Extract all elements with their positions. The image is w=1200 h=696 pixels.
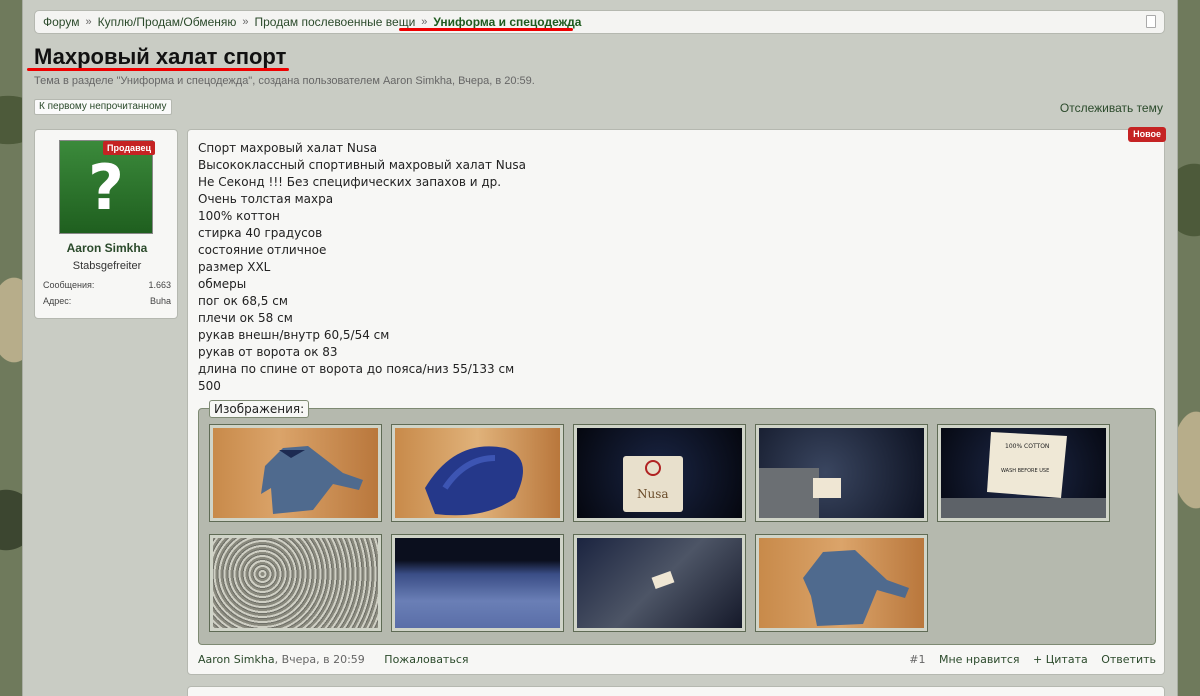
- attachment-thumb-9[interactable]: [755, 534, 928, 632]
- post-line: рукав от ворота ок 83: [198, 345, 338, 359]
- post: Новое Спорт махровый халат Nusa Высококл…: [187, 127, 1166, 675]
- page-title: Махровый халат спорт: [34, 44, 287, 69]
- breadcrumb-forum[interactable]: Форум: [43, 15, 79, 29]
- robe-image: [425, 446, 523, 516]
- user-card: ? Продавец Aaron Simkha Stabsgefreiter С…: [34, 129, 178, 319]
- page-icon[interactable]: [1146, 15, 1156, 28]
- label-text: Nusa: [637, 487, 669, 501]
- first-unread-button[interactable]: К первому непрочитанному: [34, 99, 172, 115]
- fabric-image: [651, 570, 675, 590]
- post-body: Спорт махровый халат Nusa Высококлассный…: [198, 140, 1098, 395]
- stat-address: Адрес: Buha: [43, 296, 171, 306]
- attachment-thumb-1[interactable]: [209, 424, 382, 522]
- stat-messages: Сообщения: 1.663: [43, 280, 171, 290]
- next-post: [187, 686, 1165, 696]
- breadcrumb-separator: »: [85, 16, 92, 28]
- post-line: стирка 40 градусов: [198, 226, 323, 240]
- user-rank: Stabsgefreiter: [72, 260, 142, 272]
- attachment-thumb-4[interactable]: [755, 424, 928, 522]
- post-line: Спорт махровый халат Nusa: [198, 141, 378, 155]
- attachment-thumb-8[interactable]: [573, 534, 746, 632]
- breadcrumb: Форум » Куплю/Продам/Обменяю » Продам по…: [34, 10, 1165, 34]
- post-line: 100% коттон: [198, 209, 280, 223]
- post-line: 500: [198, 379, 221, 393]
- breadcrumb-separator: »: [421, 16, 428, 28]
- label-text: 100% COTTON: [1005, 443, 1049, 450]
- attachment-thumb-7[interactable]: [391, 534, 564, 632]
- breadcrumb-separator: »: [242, 16, 249, 28]
- reply-button[interactable]: Ответить: [1101, 653, 1156, 666]
- post-author-link[interactable]: Aaron Simkha: [198, 653, 275, 666]
- breadcrumb-buy-sell[interactable]: Куплю/Продам/Обменяю: [98, 15, 237, 29]
- care-label-image: 100% COTTON WASH BEFORE USE: [941, 432, 1106, 518]
- post-line: обмеры: [198, 277, 247, 291]
- fabric-image: [759, 468, 841, 518]
- post-line: плечи ок 58 см: [198, 311, 293, 325]
- thread-meta: Тема в разделе "Униформа и спецодежда", …: [34, 75, 535, 87]
- stat-label: Сообщения:: [43, 280, 95, 290]
- watch-thread-link[interactable]: Отслеживать тему: [1060, 101, 1163, 115]
- label-image: Nusa: [623, 456, 683, 512]
- post-line: Не Секонд !!! Без специфических запахов …: [198, 175, 502, 189]
- robe-image: [803, 550, 909, 626]
- username[interactable]: Aaron Simkha: [35, 241, 179, 255]
- post-line: состояние отличное: [198, 243, 327, 257]
- breadcrumb-uniform[interactable]: Униформа и спецодежда: [433, 15, 581, 29]
- post-author: Aaron Simkha, Вчера, в 20:59: [198, 653, 373, 666]
- attachment-thumb-3[interactable]: Nusa: [573, 424, 746, 522]
- stat-value: Buha: [149, 296, 171, 306]
- robe-image: [261, 446, 363, 514]
- post-line: рукав внешн/внутр 60,5/54 см: [198, 328, 390, 342]
- attachments-block: Изображения: Nusa 100% COTTON WASH BEFOR…: [198, 400, 1156, 645]
- attachments-label: Изображения:: [209, 400, 310, 418]
- post-line: Высококлассный спортивный махровый халат…: [198, 158, 526, 172]
- post-number[interactable]: #1: [909, 653, 925, 666]
- label-text: WASH BEFORE USE: [1001, 468, 1049, 474]
- post-line: пог ок 68,5 см: [198, 294, 288, 308]
- stat-label: Адрес:: [43, 296, 72, 306]
- post-date[interactable]: , Вчера, в 20:59: [275, 653, 365, 666]
- new-badge: Новое: [1128, 127, 1166, 142]
- attachment-thumb-6[interactable]: [209, 534, 382, 632]
- like-button[interactable]: Мне нравится: [939, 653, 1020, 666]
- highlight-underline-title: [27, 68, 289, 71]
- stat-value[interactable]: 1.663: [148, 280, 171, 290]
- seller-badge: Продавец: [103, 141, 156, 155]
- post-footer: Aaron Simkha, Вчера, в 20:59 Пожаловатьс…: [198, 653, 1156, 666]
- page: Форум » Куплю/Продам/Обменяю » Продам по…: [22, 0, 1178, 696]
- attachment-thumb-5[interactable]: 100% COTTON WASH BEFORE USE: [937, 424, 1110, 522]
- highlight-underline-breadcrumb: [399, 28, 573, 31]
- post-line: Очень толстая махра: [198, 192, 334, 206]
- report-link[interactable]: Пожаловаться: [384, 653, 468, 666]
- post-line: длина по спине от ворота до пояса/низ 55…: [198, 362, 515, 376]
- attachment-thumb-2[interactable]: [391, 424, 564, 522]
- breadcrumb-postwar[interactable]: Продам послевоенные вещи: [255, 15, 416, 29]
- post-line: размер XXL: [198, 260, 271, 274]
- quote-button[interactable]: + Цитата: [1033, 653, 1088, 666]
- question-mark-icon: ?: [88, 150, 124, 224]
